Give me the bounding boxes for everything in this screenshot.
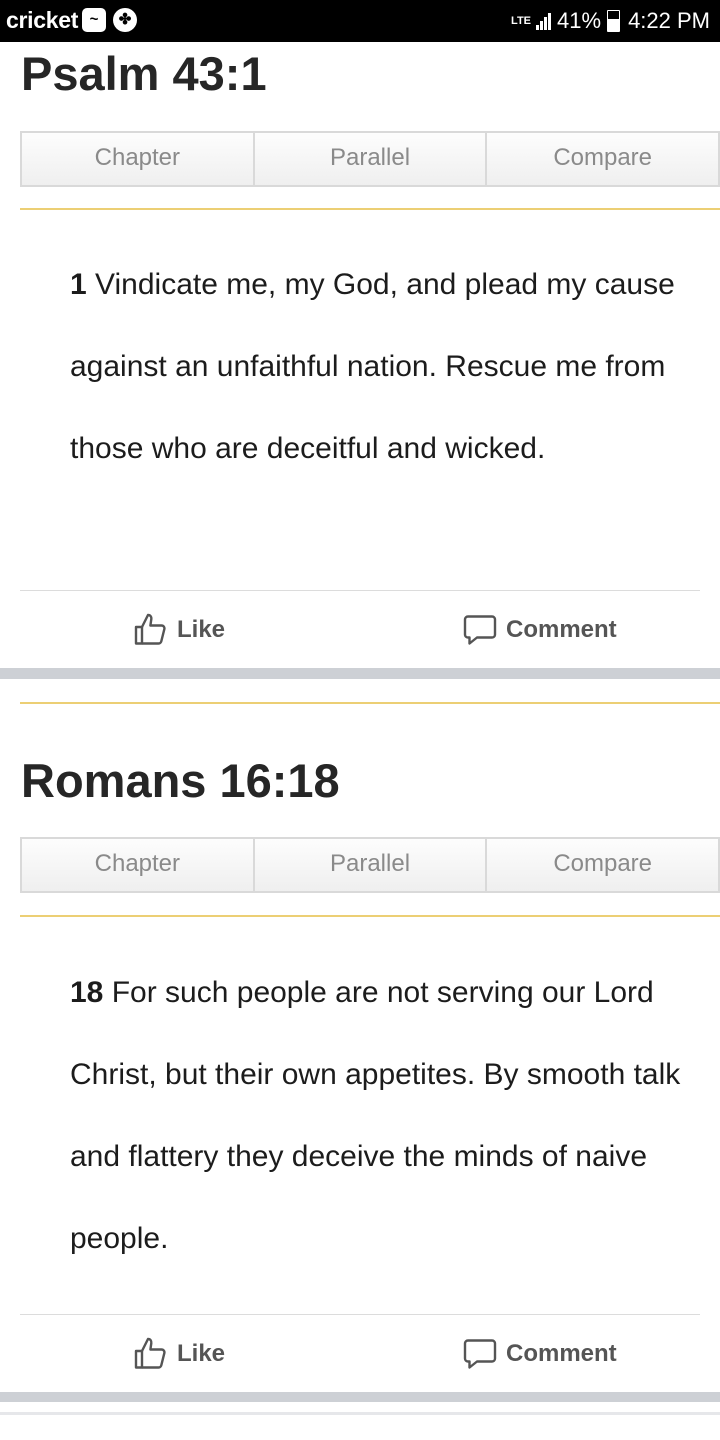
like-label: Like	[177, 1340, 226, 1367]
tab-parallel[interactable]: Parallel	[254, 837, 488, 893]
verse-text: 1 Vindicate me, my God, and plead my cau…	[70, 244, 690, 490]
carrier-label: cricket	[6, 7, 79, 33]
tab-compare[interactable]: Compare	[487, 131, 720, 187]
game-controller-icon: ✤	[113, 8, 137, 32]
comment-button[interactable]: Comment	[462, 1334, 617, 1374]
tab-parallel[interactable]: Parallel	[254, 131, 488, 187]
comment-button[interactable]: Comment	[462, 610, 617, 650]
post-actions: Like Comment	[0, 1334, 720, 1374]
thumbs-up-icon	[134, 1337, 166, 1369]
verse-reference-title: Psalm 43:1	[21, 47, 267, 100]
comment-label: Comment	[506, 616, 617, 643]
post-actions: Like Comment	[0, 610, 720, 650]
divider	[20, 208, 720, 210]
tab-chapter[interactable]: Chapter	[20, 131, 255, 187]
card-separator	[0, 668, 720, 679]
tab-chapter[interactable]: Chapter	[20, 837, 255, 893]
divider	[0, 1412, 720, 1415]
verse-tabs: Chapter Parallel Compare	[20, 837, 720, 893]
divider	[20, 915, 720, 917]
like-button[interactable]: Like	[133, 610, 225, 650]
cricket-wireless-icon: ~	[82, 8, 106, 32]
verse-text: 18 For such people are not serving our L…	[70, 952, 690, 1280]
verse-body: For such people are not serving our Lord…	[70, 976, 681, 1255]
comment-bubble-icon	[463, 1339, 497, 1369]
verse-number: 1	[70, 268, 87, 301]
verse-tabs: Chapter Parallel Compare	[20, 131, 720, 187]
comment-bubble-icon	[463, 615, 497, 645]
comment-label: Comment	[506, 1340, 617, 1367]
verse-reference-title: Romans 16:18	[21, 754, 340, 807]
like-label: Like	[177, 616, 226, 643]
divider	[20, 590, 700, 591]
card-separator	[0, 1392, 720, 1402]
divider	[20, 1314, 700, 1315]
signal-icon	[535, 12, 552, 30]
battery-percent: 41%	[557, 8, 602, 33]
thumbs-up-icon	[134, 613, 166, 645]
status-bar: cricket ~ ✤ LTE 41% 4:22 PM	[0, 0, 720, 42]
divider	[20, 702, 720, 704]
verse-number: 18	[70, 976, 104, 1009]
network-type: LTE	[511, 15, 532, 27]
battery-icon	[607, 10, 621, 32]
verse-body: Vindicate me, my God, and plead my cause…	[70, 268, 675, 465]
tab-compare[interactable]: Compare	[487, 837, 720, 893]
like-button[interactable]: Like	[133, 1334, 225, 1374]
clock: 4:22 PM	[628, 8, 710, 33]
